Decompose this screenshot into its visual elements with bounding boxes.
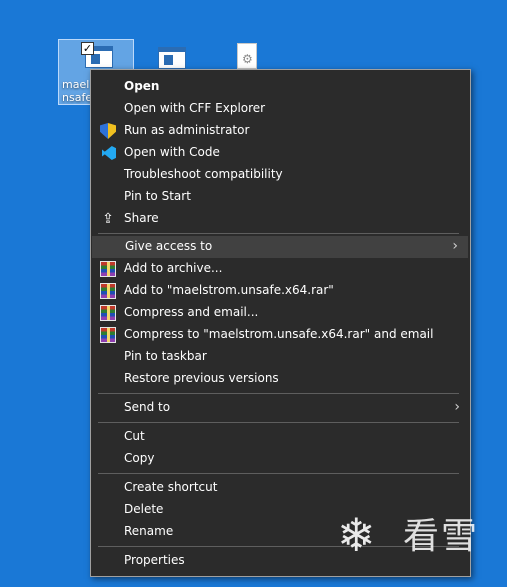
- menu-item-copy[interactable]: Copy: [91, 448, 470, 470]
- menu-item-create-shortcut[interactable]: Create shortcut: [91, 477, 470, 499]
- menu-item-label: Run as administrator: [124, 123, 250, 137]
- share-icon: ⇪: [102, 211, 114, 227]
- watermark-text: 看雪: [403, 516, 480, 557]
- desktop-icon-label-line2: nsafe: [62, 91, 93, 104]
- winrar-icon: [100, 261, 116, 277]
- menu-item-label: Copy: [124, 451, 155, 465]
- winrar-icon: [100, 283, 116, 299]
- menu-item-run-as-administrator[interactable]: Run as administrator: [91, 120, 470, 142]
- menu-item-troubleshoot-compatibility[interactable]: Troubleshoot compatibility: [91, 164, 470, 186]
- menu-item-add-to-archive[interactable]: Add to archive...: [91, 258, 470, 280]
- menu-item-label: Compress and email...: [124, 305, 259, 319]
- menu-item-open-with-cff-explorer[interactable]: Open with CFF Explorer: [91, 98, 470, 120]
- config-file-icon: [237, 43, 257, 69]
- menu-item-cut[interactable]: Cut: [91, 426, 470, 448]
- menu-item-share[interactable]: ⇪ Share: [91, 208, 470, 230]
- menu-item-label: Open with CFF Explorer: [124, 101, 266, 115]
- menu-item-give-access-to[interactable]: Give access to ›: [92, 236, 468, 258]
- menu-item-label: Compress to "maelstrom.unsafe.x64.rar" a…: [124, 327, 434, 341]
- menu-item-send-to[interactable]: Send to ›: [91, 397, 470, 419]
- watermark: ❄ 看雪: [337, 507, 497, 567]
- chevron-right-icon: ›: [454, 399, 460, 415]
- winrar-icon: [100, 305, 116, 321]
- menu-item-label: Delete: [124, 502, 164, 516]
- shield-icon: [100, 123, 116, 139]
- menu-separator: [98, 422, 459, 423]
- menu-item-label: Rename: [124, 524, 174, 538]
- menu-item-label: Give access to: [125, 239, 213, 253]
- snowflake-icon: ❄: [337, 508, 376, 562]
- winrar-icon: [100, 327, 116, 343]
- menu-item-add-to-rar[interactable]: Add to "maelstrom.unsafe.x64.rar": [91, 280, 470, 302]
- vscode-icon: [100, 145, 116, 161]
- menu-separator: [98, 393, 459, 394]
- menu-separator: [98, 233, 459, 234]
- menu-item-label: Send to: [124, 400, 171, 414]
- desktop-icon-label: mael: [62, 78, 90, 91]
- context-menu: Open Open with CFF Explorer Run as admin…: [90, 69, 471, 577]
- menu-item-label: Open with Code: [124, 145, 220, 159]
- menu-item-pin-to-start[interactable]: Pin to Start: [91, 186, 470, 208]
- menu-item-label: Troubleshoot compatibility: [124, 167, 283, 181]
- chevron-right-icon: ›: [452, 238, 458, 254]
- menu-item-label: Add to archive...: [124, 261, 223, 275]
- menu-item-label: Pin to taskbar: [124, 349, 207, 363]
- menu-item-label: Properties: [124, 553, 185, 567]
- executable-icon: [158, 47, 186, 69]
- menu-item-label: Restore previous versions: [124, 371, 279, 385]
- menu-item-label: Cut: [124, 429, 145, 443]
- menu-item-compress-to-rar-and-email[interactable]: Compress to "maelstrom.unsafe.x64.rar" a…: [91, 324, 470, 346]
- menu-item-pin-to-taskbar[interactable]: Pin to taskbar: [91, 346, 470, 368]
- menu-item-label: Pin to Start: [124, 189, 191, 203]
- menu-item-open[interactable]: Open: [91, 76, 470, 98]
- menu-separator: [98, 473, 459, 474]
- selection-checkbox-icon[interactable]: ✓: [81, 42, 94, 55]
- menu-item-open-with-code[interactable]: Open with Code: [91, 142, 470, 164]
- menu-item-label: Add to "maelstrom.unsafe.x64.rar": [124, 283, 334, 297]
- menu-item-label: Open: [124, 79, 160, 93]
- menu-item-compress-and-email[interactable]: Compress and email...: [91, 302, 470, 324]
- menu-item-label: Share: [124, 211, 159, 225]
- menu-item-label: Create shortcut: [124, 480, 218, 494]
- menu-item-restore-previous-versions[interactable]: Restore previous versions: [91, 368, 470, 390]
